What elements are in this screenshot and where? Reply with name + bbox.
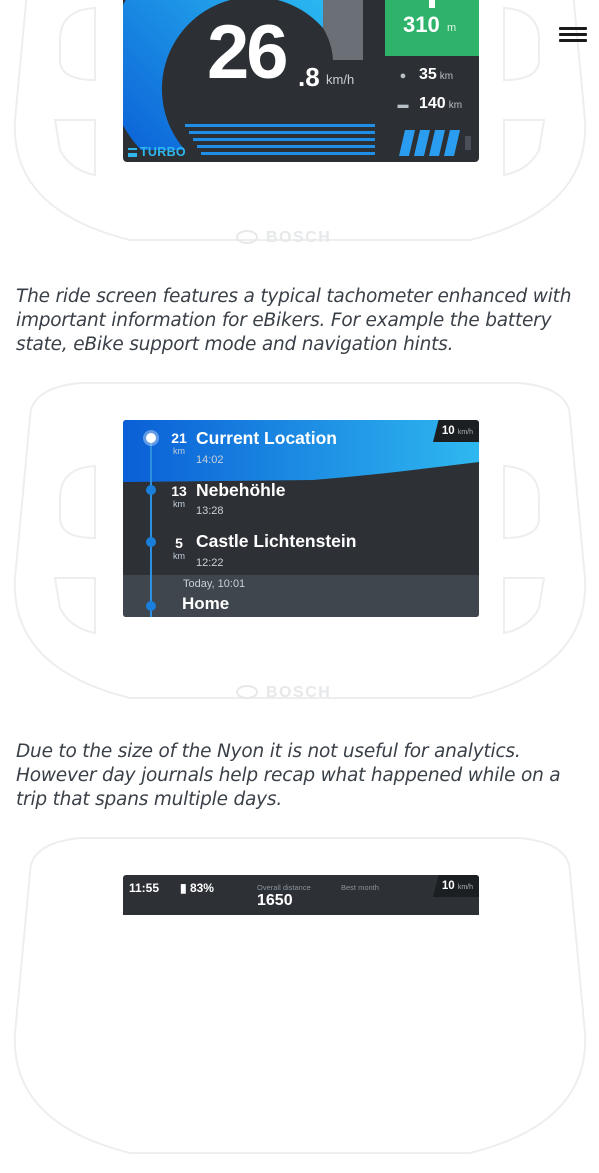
stop-name: Castle Lichtenstein [196, 531, 357, 551]
stop-name: Current Location [196, 428, 337, 448]
stop-distance: 21 km [167, 430, 191, 457]
home-time: Today, 10:01 [183, 578, 246, 590]
hamburger-menu-icon[interactable] [559, 24, 587, 48]
menu-bar-middle [559, 33, 587, 36]
route-stop[interactable]: 5 km Castle Lichtenstein 12:22 [123, 522, 479, 572]
bosch-logo: BOSCH [236, 684, 331, 702]
support-mode-text: TURBO [140, 145, 186, 159]
turn-arrow-icon [429, 0, 435, 8]
stop-distance-unit: km [173, 446, 185, 456]
route-stop[interactable]: 13 km Nebehöhle 13:28 [123, 471, 479, 521]
stop-distance-unit: km [173, 551, 185, 561]
bosch-logo-icon [236, 229, 258, 244]
home-name: Home [182, 594, 230, 613]
range-value: 35 [419, 66, 437, 83]
speed-decimal: .8 [298, 62, 320, 92]
stop-distance-value: 5 [175, 535, 183, 551]
navigation-hint-box: 310 m [385, 0, 479, 56]
stop-dot-icon [146, 433, 156, 443]
support-mode-label: TURBO [128, 145, 186, 159]
location-pin-icon: ● [399, 70, 407, 82]
route-destination-home[interactable]: Today, 10:01 Home [123, 575, 479, 617]
nav-distance-unit: m [447, 22, 457, 34]
route-stop[interactable]: 21 km Current Location 14:02 [123, 420, 479, 470]
mode-bars-icon [128, 148, 137, 157]
stop-dot-icon [146, 485, 156, 495]
trip-value: 140 [419, 95, 446, 112]
speed-badge-unit: km/h [457, 884, 473, 891]
bosch-logo-text: BOSCH [266, 229, 332, 246]
battery-percent: 83% [189, 881, 214, 895]
stop-name: Nebehöhle [196, 480, 286, 500]
bosch-logo-text: BOSCH [266, 684, 332, 701]
range-stat: ● 35 km [397, 66, 453, 84]
route-screen: 10 km/h 21 km Current Location 14:02 13 km… [123, 420, 479, 617]
bosch-logo: BOSCH [236, 229, 331, 247]
stop-dot-icon [146, 537, 156, 547]
nav-distance-value: 310 [403, 12, 440, 37]
stop-distance: 13 km [167, 483, 191, 510]
speed-badge-value: 10 [441, 880, 455, 892]
stop-distance-unit: km [173, 499, 185, 509]
menu-bar-top [559, 27, 587, 30]
speed-badge: 10 km/h [433, 875, 479, 897]
ride-screen: 26 .8 km/h TURBO 310 m ● 35 km ▬ 140 km [123, 0, 479, 162]
odometer-icon: ▬ [397, 99, 409, 111]
battery-status: ▮ 83% [180, 881, 214, 895]
speed-unit: km/h [326, 72, 355, 87]
overall-distance-value: 1650 [257, 892, 293, 909]
menu-bar-bottom [559, 39, 587, 42]
stop-distance-value: 21 [171, 430, 187, 446]
trip-unit: km [448, 100, 463, 111]
caption-ride-screen: The ride screen features a typical tacho… [16, 286, 572, 355]
home-dot-icon [146, 601, 156, 611]
overall-distance-label: Overall distance [257, 883, 311, 892]
range-unit: km [439, 71, 454, 82]
speed-value: 26 [207, 10, 289, 95]
stop-time: 14:02 [196, 454, 224, 466]
stop-time: 12:22 [196, 557, 224, 569]
trip-stat: ▬ 140 km [397, 95, 463, 113]
stop-distance: 5 km [167, 535, 191, 562]
stop-distance-value: 13 [171, 483, 187, 499]
caption-journal-screen: Due to the size of the Nyon it is not us… [16, 741, 561, 810]
best-month-label: Best month [341, 883, 379, 892]
battery-icon: ▮ [180, 881, 187, 895]
battery-indicator [399, 130, 471, 156]
clock-text: 11:55 [129, 881, 160, 895]
journal-screen: 11:55 ▮ 83% Overall distance Best month … [123, 875, 479, 915]
bosch-logo-icon [236, 684, 258, 699]
stop-time: 13:28 [196, 505, 224, 517]
